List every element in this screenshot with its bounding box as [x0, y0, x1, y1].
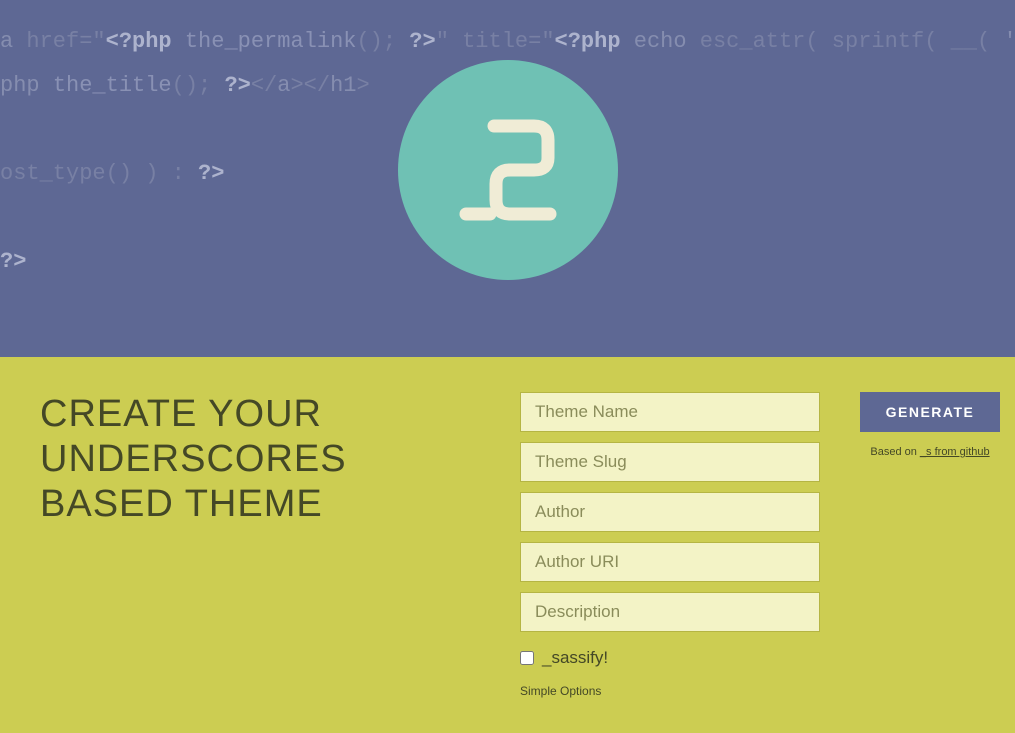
theme-slug-input[interactable]	[520, 442, 820, 482]
sassify-label[interactable]: _sassify!	[542, 648, 608, 668]
github-link[interactable]: _s from github	[920, 446, 990, 458]
based-on-text: Based on _s from github	[860, 446, 1000, 458]
generate-button[interactable]: GENERATE	[860, 392, 1000, 432]
description-input[interactable]	[520, 592, 820, 632]
author-uri-input[interactable]	[520, 542, 820, 582]
theme-name-input[interactable]	[520, 392, 820, 432]
author-input[interactable]	[520, 492, 820, 532]
logo-s-icon	[438, 100, 578, 240]
simple-options-link[interactable]: Simple Options	[520, 684, 820, 698]
underscores-logo	[398, 60, 618, 280]
page-heading: CREATE YOUR UNDERSCORES BASED THEME	[40, 392, 480, 526]
sassify-checkbox[interactable]	[520, 651, 534, 665]
